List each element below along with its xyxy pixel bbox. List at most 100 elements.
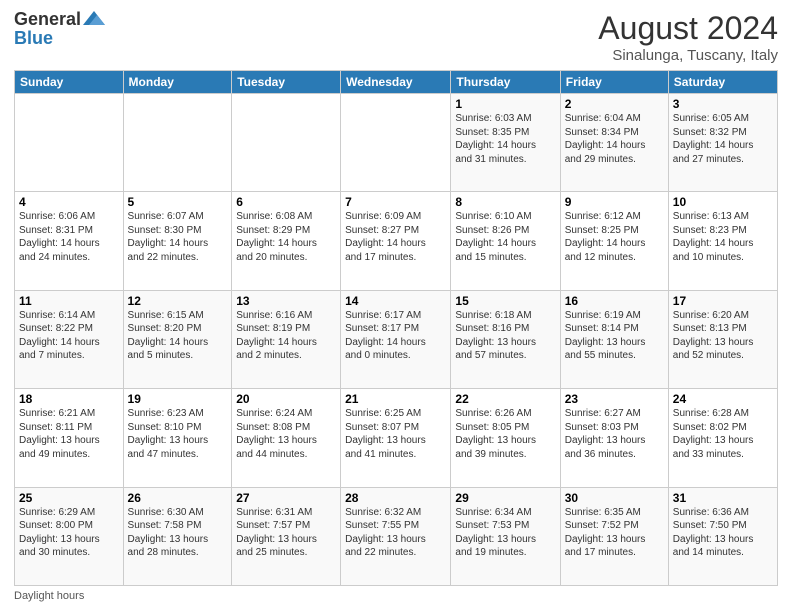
day-info: Sunrise: 6:16 AMSunset: 8:19 PMDaylight:… <box>236 309 336 363</box>
day-number: 2 <box>565 97 664 111</box>
day-info: Sunrise: 6:10 AMSunset: 8:26 PMDaylight:… <box>455 210 555 264</box>
weekday-header-wednesday: Wednesday <box>341 71 451 94</box>
day-info: Sunrise: 6:17 AMSunset: 8:17 PMDaylight:… <box>345 309 446 363</box>
day-cell: 8Sunrise: 6:10 AMSunset: 8:26 PMDaylight… <box>451 192 560 290</box>
day-info: Sunrise: 6:24 AMSunset: 8:08 PMDaylight:… <box>236 407 336 461</box>
day-number: 20 <box>236 392 336 406</box>
day-cell: 22Sunrise: 6:26 AMSunset: 8:05 PMDayligh… <box>451 389 560 487</box>
day-cell: 23Sunrise: 6:27 AMSunset: 8:03 PMDayligh… <box>560 389 668 487</box>
day-number: 29 <box>455 491 555 505</box>
day-info: Sunrise: 6:36 AMSunset: 7:50 PMDaylight:… <box>673 506 773 560</box>
day-number: 10 <box>673 195 773 209</box>
day-number: 18 <box>19 392 119 406</box>
day-cell: 12Sunrise: 6:15 AMSunset: 8:20 PMDayligh… <box>123 290 232 388</box>
day-info: Sunrise: 6:21 AMSunset: 8:11 PMDaylight:… <box>19 407 119 461</box>
calendar: SundayMondayTuesdayWednesdayThursdayFrid… <box>14 70 778 586</box>
day-info: Sunrise: 6:09 AMSunset: 8:27 PMDaylight:… <box>345 210 446 264</box>
day-number: 27 <box>236 491 336 505</box>
day-info: Sunrise: 6:19 AMSunset: 8:14 PMDaylight:… <box>565 309 664 363</box>
day-cell: 17Sunrise: 6:20 AMSunset: 8:13 PMDayligh… <box>668 290 777 388</box>
day-cell: 18Sunrise: 6:21 AMSunset: 8:11 PMDayligh… <box>15 389 124 487</box>
day-info: Sunrise: 6:26 AMSunset: 8:05 PMDaylight:… <box>455 407 555 461</box>
day-info: Sunrise: 6:04 AMSunset: 8:34 PMDaylight:… <box>565 112 664 166</box>
weekday-header-sunday: Sunday <box>15 71 124 94</box>
weekday-header-thursday: Thursday <box>451 71 560 94</box>
day-cell: 29Sunrise: 6:34 AMSunset: 7:53 PMDayligh… <box>451 487 560 585</box>
day-cell: 14Sunrise: 6:17 AMSunset: 8:17 PMDayligh… <box>341 290 451 388</box>
week-row-1: 1Sunrise: 6:03 AMSunset: 8:35 PMDaylight… <box>15 94 778 192</box>
day-number: 12 <box>128 294 228 308</box>
day-info: Sunrise: 6:18 AMSunset: 8:16 PMDaylight:… <box>455 309 555 363</box>
day-number: 6 <box>236 195 336 209</box>
day-info: Sunrise: 6:28 AMSunset: 8:02 PMDaylight:… <box>673 407 773 461</box>
day-cell: 4Sunrise: 6:06 AMSunset: 8:31 PMDaylight… <box>15 192 124 290</box>
day-number: 31 <box>673 491 773 505</box>
day-number: 19 <box>128 392 228 406</box>
day-cell: 24Sunrise: 6:28 AMSunset: 8:02 PMDayligh… <box>668 389 777 487</box>
day-cell: 7Sunrise: 6:09 AMSunset: 8:27 PMDaylight… <box>341 192 451 290</box>
day-cell: 19Sunrise: 6:23 AMSunset: 8:10 PMDayligh… <box>123 389 232 487</box>
day-info: Sunrise: 6:14 AMSunset: 8:22 PMDaylight:… <box>19 309 119 363</box>
day-info: Sunrise: 6:25 AMSunset: 8:07 PMDaylight:… <box>345 407 446 461</box>
day-info: Sunrise: 6:35 AMSunset: 7:52 PMDaylight:… <box>565 506 664 560</box>
day-number: 9 <box>565 195 664 209</box>
day-cell: 28Sunrise: 6:32 AMSunset: 7:55 PMDayligh… <box>341 487 451 585</box>
day-cell: 16Sunrise: 6:19 AMSunset: 8:14 PMDayligh… <box>560 290 668 388</box>
title-block: August 2024 Sinalunga, Tuscany, Italy <box>598 10 778 64</box>
day-cell: 10Sunrise: 6:13 AMSunset: 8:23 PMDayligh… <box>668 192 777 290</box>
day-info: Sunrise: 6:08 AMSunset: 8:29 PMDaylight:… <box>236 210 336 264</box>
day-number: 24 <box>673 392 773 406</box>
day-number: 28 <box>345 491 446 505</box>
day-cell: 13Sunrise: 6:16 AMSunset: 8:19 PMDayligh… <box>232 290 341 388</box>
logo-icon <box>83 11 105 27</box>
day-number: 16 <box>565 294 664 308</box>
day-cell <box>232 94 341 192</box>
weekday-header-friday: Friday <box>560 71 668 94</box>
day-number: 14 <box>345 294 446 308</box>
day-number: 26 <box>128 491 228 505</box>
week-row-5: 25Sunrise: 6:29 AMSunset: 8:00 PMDayligh… <box>15 487 778 585</box>
day-number: 22 <box>455 392 555 406</box>
day-cell: 25Sunrise: 6:29 AMSunset: 8:00 PMDayligh… <box>15 487 124 585</box>
day-number: 4 <box>19 195 119 209</box>
month-year: August 2024 <box>598 10 778 47</box>
day-number: 11 <box>19 294 119 308</box>
day-info: Sunrise: 6:15 AMSunset: 8:20 PMDaylight:… <box>128 309 228 363</box>
weekday-header-row: SundayMondayTuesdayWednesdayThursdayFrid… <box>15 71 778 94</box>
day-info: Sunrise: 6:29 AMSunset: 8:00 PMDaylight:… <box>19 506 119 560</box>
day-cell: 11Sunrise: 6:14 AMSunset: 8:22 PMDayligh… <box>15 290 124 388</box>
day-info: Sunrise: 6:05 AMSunset: 8:32 PMDaylight:… <box>673 112 773 166</box>
day-info: Sunrise: 6:20 AMSunset: 8:13 PMDaylight:… <box>673 309 773 363</box>
day-number: 8 <box>455 195 555 209</box>
logo-general: General <box>14 10 81 28</box>
week-row-4: 18Sunrise: 6:21 AMSunset: 8:11 PMDayligh… <box>15 389 778 487</box>
day-info: Sunrise: 6:03 AMSunset: 8:35 PMDaylight:… <box>455 112 555 166</box>
day-cell: 6Sunrise: 6:08 AMSunset: 8:29 PMDaylight… <box>232 192 341 290</box>
day-number: 13 <box>236 294 336 308</box>
day-number: 3 <box>673 97 773 111</box>
day-cell: 2Sunrise: 6:04 AMSunset: 8:34 PMDaylight… <box>560 94 668 192</box>
day-cell: 15Sunrise: 6:18 AMSunset: 8:16 PMDayligh… <box>451 290 560 388</box>
day-info: Sunrise: 6:32 AMSunset: 7:55 PMDaylight:… <box>345 506 446 560</box>
logo: General Blue <box>14 10 105 49</box>
day-info: Sunrise: 6:07 AMSunset: 8:30 PMDaylight:… <box>128 210 228 264</box>
location: Sinalunga, Tuscany, Italy <box>598 47 778 64</box>
header: General Blue August 2024 Sinalunga, Tusc… <box>14 10 778 64</box>
daylight-label: Daylight hours <box>14 590 84 602</box>
day-cell: 3Sunrise: 6:05 AMSunset: 8:32 PMDaylight… <box>668 94 777 192</box>
day-number: 1 <box>455 97 555 111</box>
footer: Daylight hours <box>14 590 778 602</box>
day-number: 7 <box>345 195 446 209</box>
weekday-header-saturday: Saturday <box>668 71 777 94</box>
weekday-header-tuesday: Tuesday <box>232 71 341 94</box>
day-number: 23 <box>565 392 664 406</box>
day-cell <box>15 94 124 192</box>
week-row-3: 11Sunrise: 6:14 AMSunset: 8:22 PMDayligh… <box>15 290 778 388</box>
page: General Blue August 2024 Sinalunga, Tusc… <box>0 0 792 612</box>
day-cell: 30Sunrise: 6:35 AMSunset: 7:52 PMDayligh… <box>560 487 668 585</box>
weekday-header-monday: Monday <box>123 71 232 94</box>
day-number: 30 <box>565 491 664 505</box>
day-cell <box>341 94 451 192</box>
day-cell: 27Sunrise: 6:31 AMSunset: 7:57 PMDayligh… <box>232 487 341 585</box>
day-cell: 1Sunrise: 6:03 AMSunset: 8:35 PMDaylight… <box>451 94 560 192</box>
